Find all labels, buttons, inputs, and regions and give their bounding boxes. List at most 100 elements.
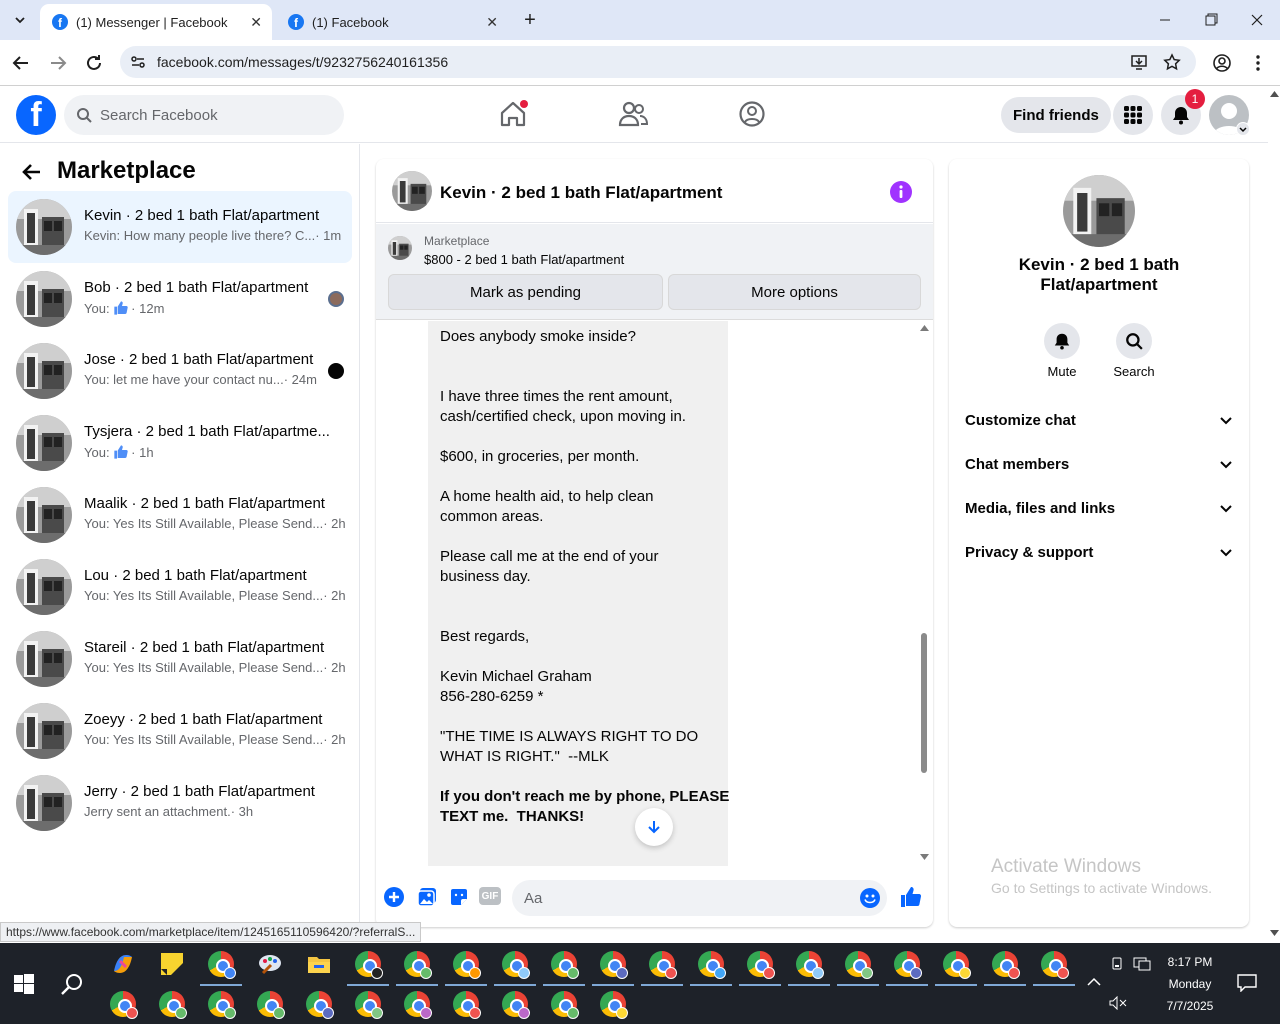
taskbar-chrome-window[interactable] bbox=[592, 951, 634, 986]
close-tab-icon[interactable]: ✕ bbox=[486, 14, 498, 31]
conversation-item[interactable]: Maalik · 2 bed 1 bath Flat/apartment You:… bbox=[8, 479, 352, 551]
back-arrow-button[interactable] bbox=[20, 160, 44, 184]
nav-groups[interactable] bbox=[738, 100, 766, 128]
profile-icon[interactable] bbox=[1212, 53, 1232, 73]
taskbar-chrome-window[interactable] bbox=[396, 951, 438, 986]
notifications-button[interactable]: 1 bbox=[1161, 89, 1205, 135]
info-section-1[interactable]: Chat members bbox=[965, 442, 1233, 486]
address-bar[interactable]: facebook.com/messages/t/9232756240161356 bbox=[120, 46, 1196, 78]
chat-title[interactable]: Kevin · 2 bed 1 bath Flat/apartment bbox=[440, 183, 722, 203]
emoji-icon[interactable] bbox=[860, 888, 880, 908]
conversation-item[interactable]: Tysjera · 2 bed 1 bath Flat/apartme... Yo… bbox=[8, 407, 352, 479]
show-hidden-icons[interactable] bbox=[1087, 977, 1101, 987]
listing-title[interactable]: $800 - 2 bed 1 bath Flat/apartment bbox=[424, 252, 624, 267]
taskbar-chrome-window[interactable] bbox=[1033, 951, 1075, 986]
message-bubble[interactable]: Does anybody smoke inside? I have three … bbox=[428, 321, 729, 866]
site-info-icon[interactable] bbox=[130, 54, 146, 70]
taskbar-chrome-window[interactable] bbox=[837, 951, 879, 986]
restore-button[interactable] bbox=[1196, 10, 1226, 30]
nav-home[interactable] bbox=[498, 99, 528, 129]
network-icon[interactable] bbox=[1133, 957, 1151, 971]
gif-icon[interactable]: GIF bbox=[479, 887, 501, 905]
listing-thumbnail[interactable] bbox=[388, 236, 412, 260]
mute-button[interactable]: Mute bbox=[1039, 323, 1085, 379]
taskbar-chrome-window[interactable] bbox=[257, 991, 285, 1019]
clock[interactable]: 8:17 PM Monday 7/7/2025 bbox=[1160, 951, 1220, 1017]
chat-avatar[interactable] bbox=[392, 171, 432, 211]
scrollbar-thumb[interactable] bbox=[921, 633, 927, 773]
tab-messenger[interactable]: f (1) Messenger | Facebook ✕ bbox=[40, 4, 272, 40]
taskbar-chrome-window[interactable] bbox=[543, 951, 585, 986]
tab-facebook[interactable]: f (1) Facebook ✕ bbox=[276, 4, 508, 40]
taskbar-chrome-window[interactable] bbox=[641, 951, 683, 986]
close-window-button[interactable] bbox=[1242, 10, 1272, 30]
volume-muted-icon[interactable] bbox=[1109, 996, 1127, 1010]
taskbar-chrome-window[interactable] bbox=[347, 951, 389, 986]
install-app-icon[interactable] bbox=[1130, 53, 1148, 71]
conversation-info-icon[interactable] bbox=[889, 180, 913, 204]
page-scrollbar[interactable] bbox=[1268, 87, 1280, 943]
more-options-button[interactable]: More options bbox=[668, 274, 921, 310]
conversation-item[interactable]: Kevin · 2 bed 1 bath Flat/apartment Kevin… bbox=[8, 191, 352, 263]
taskbar-chrome-window[interactable] bbox=[494, 951, 536, 986]
back-button[interactable] bbox=[10, 52, 32, 74]
taskbar-chrome-window[interactable] bbox=[355, 991, 383, 1019]
more-actions-icon[interactable] bbox=[384, 887, 404, 907]
search-in-chat-button[interactable]: Search bbox=[1109, 323, 1159, 379]
taskbar-chrome-window[interactable] bbox=[886, 951, 928, 986]
taskbar-chrome-window[interactable] bbox=[445, 951, 487, 986]
taskbar-chrome-window[interactable] bbox=[110, 991, 138, 1019]
taskbar-chrome-window[interactable] bbox=[208, 991, 236, 1019]
tab-search-button[interactable] bbox=[8, 8, 32, 32]
facebook-logo-icon[interactable]: f bbox=[16, 95, 56, 135]
info-section-0[interactable]: Customize chat bbox=[965, 398, 1233, 442]
bookmark-star-icon[interactable] bbox=[1163, 53, 1181, 71]
taskbar-chrome-window[interactable] bbox=[502, 991, 530, 1019]
new-tab-button[interactable]: + bbox=[518, 8, 542, 32]
forward-button[interactable] bbox=[47, 52, 69, 74]
conversation-item[interactable]: Jose · 2 bed 1 bath Flat/apartment You: l… bbox=[8, 335, 352, 407]
taskbar-chrome-window[interactable] bbox=[984, 951, 1026, 986]
taskbar-chrome-window[interactable] bbox=[690, 951, 732, 986]
conversation-item[interactable]: Lou · 2 bed 1 bath Flat/apartment You: Ye… bbox=[8, 551, 352, 623]
info-section-3[interactable]: Privacy & support bbox=[965, 530, 1233, 574]
meet-now-icon[interactable] bbox=[1111, 957, 1125, 971]
attach-photo-icon[interactable] bbox=[417, 887, 437, 907]
taskbar-chrome-window[interactable] bbox=[935, 951, 977, 986]
find-friends-button[interactable]: Find friends bbox=[1001, 97, 1111, 133]
taskbar-chrome-window[interactable] bbox=[159, 991, 187, 1019]
conversation-item[interactable]: Bob · 2 bed 1 bath Flat/apartment You: · … bbox=[8, 263, 352, 335]
action-center-button[interactable] bbox=[1237, 974, 1257, 992]
taskbar-chrome[interactable] bbox=[200, 951, 242, 986]
sticker-icon[interactable] bbox=[449, 887, 469, 907]
scroll-to-bottom-button[interactable] bbox=[635, 808, 673, 846]
taskbar-chrome-window[interactable] bbox=[404, 991, 432, 1019]
send-like-button[interactable] bbox=[899, 885, 923, 909]
taskbar-search-button[interactable] bbox=[60, 972, 84, 996]
start-button[interactable] bbox=[14, 974, 34, 994]
menu-button[interactable] bbox=[1113, 95, 1153, 135]
profile-picture[interactable] bbox=[1063, 175, 1135, 247]
close-tab-icon[interactable]: ✕ bbox=[250, 14, 262, 31]
taskbar-chrome-window[interactable] bbox=[600, 991, 628, 1019]
taskbar-chrome-window[interactable] bbox=[306, 991, 334, 1019]
search-input[interactable]: Search Facebook bbox=[64, 95, 344, 135]
scrollbar[interactable] bbox=[916, 321, 933, 866]
message-input[interactable]: Aa bbox=[512, 880, 887, 916]
taskbar-chrome-window[interactable] bbox=[551, 991, 579, 1019]
taskbar-file-explorer[interactable] bbox=[306, 951, 332, 977]
conversation-item[interactable]: Zoeyy · 2 bed 1 bath Flat/apartment You: … bbox=[8, 695, 352, 767]
info-section-2[interactable]: Media, files and links bbox=[965, 486, 1233, 530]
taskbar-chrome-window[interactable] bbox=[453, 991, 481, 1019]
conversation-item[interactable]: Jerry · 2 bed 1 bath Flat/apartment Jerry… bbox=[8, 767, 352, 839]
mark-as-pending-button[interactable]: Mark as pending bbox=[388, 274, 663, 310]
reload-button[interactable] bbox=[83, 52, 105, 74]
taskbar-paint[interactable] bbox=[257, 951, 283, 977]
taskbar-chrome-window[interactable] bbox=[788, 951, 830, 986]
taskbar-chrome-window[interactable] bbox=[739, 951, 781, 986]
minimize-button[interactable] bbox=[1150, 10, 1180, 30]
conversation-item[interactable]: Stareil · 2 bed 1 bath Flat/apartment You… bbox=[8, 623, 352, 695]
nav-friends[interactable] bbox=[618, 100, 648, 128]
taskbar-copilot[interactable] bbox=[110, 951, 136, 977]
browser-menu-icon[interactable] bbox=[1250, 53, 1266, 73]
